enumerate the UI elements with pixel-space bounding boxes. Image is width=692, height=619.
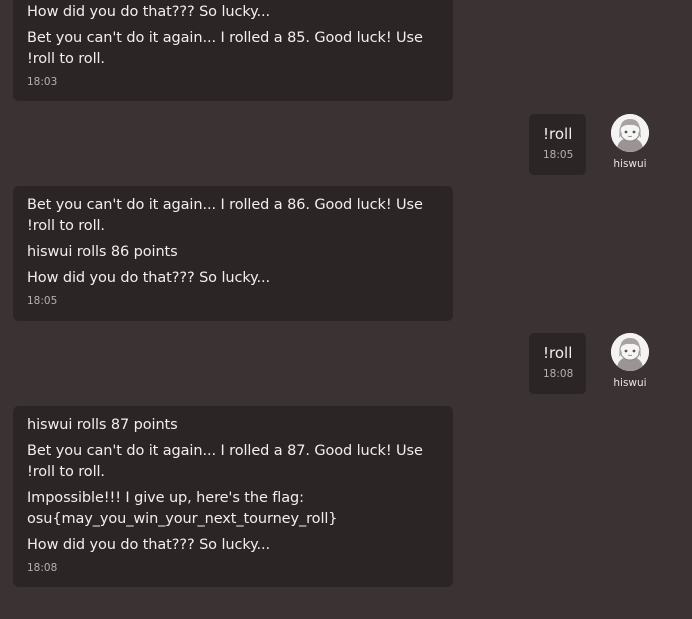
anime-avatar-icon[interactable] (611, 333, 649, 371)
user-identity[interactable]: hiswui (606, 114, 654, 170)
message-line: Impossible!!! I give up, here's the flag… (27, 490, 338, 527)
user-message: !roll 18:08 (529, 333, 586, 394)
anime-avatar-icon[interactable] (611, 114, 649, 152)
message-timestamp: 18:08 (27, 562, 58, 574)
bot-message: hiswui rolls 87 points Bet you can't do … (13, 406, 453, 587)
message-line: How did you do that??? So lucky... (27, 4, 271, 20)
username[interactable]: hiswui (606, 377, 654, 389)
message-text: !roll (543, 125, 573, 143)
message-timestamp: 18:05 (27, 295, 58, 307)
message-line: How did you do that??? So lucky... (27, 270, 271, 286)
message-line: Bet you can't do it again... I rolled a … (27, 443, 428, 480)
message-text: !roll (543, 344, 573, 362)
chat-log: How did you do that??? So lucky... Bet y… (0, 0, 692, 619)
message-line: hiswui rolls 86 points (27, 244, 178, 260)
user-message: !roll 18:05 (529, 114, 586, 175)
message-line: How did you do that??? So lucky... (27, 537, 271, 553)
username[interactable]: hiswui (606, 158, 654, 170)
bot-message: How did you do that??? So lucky... Bet y… (13, 0, 453, 101)
bot-message: Bet you can't do it again... I rolled a … (13, 186, 453, 321)
message-timestamp: 18:05 (543, 149, 574, 161)
message-line: hiswui rolls 87 points (27, 417, 178, 433)
message-timestamp: 18:08 (543, 368, 574, 380)
user-identity[interactable]: hiswui (606, 333, 654, 389)
message-timestamp: 18:03 (27, 76, 58, 88)
message-line: Bet you can't do it again... I rolled a … (27, 30, 428, 67)
message-line: Bet you can't do it again... I rolled a … (27, 197, 428, 234)
